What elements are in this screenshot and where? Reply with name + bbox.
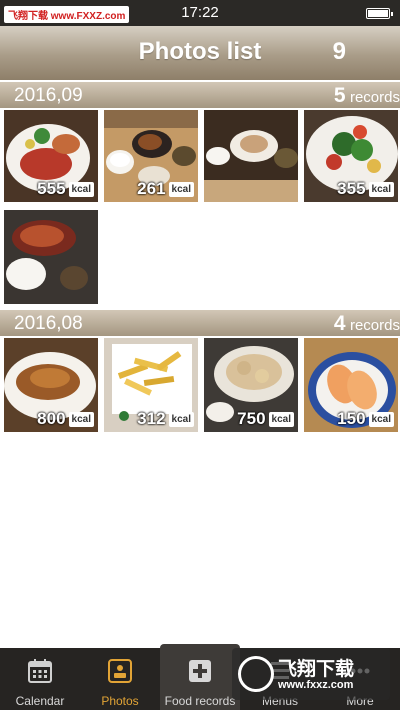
tab-label: Calendar [15, 694, 65, 708]
kcal-value: 150 [337, 409, 366, 428]
food-photo[interactable]: 750 kcal [204, 338, 298, 432]
kcal-value: 555 [37, 179, 66, 198]
status-time: 17:22 [181, 4, 219, 21]
food-photo[interactable]: 800 kcal [4, 338, 98, 432]
kcal-value: 261 [137, 179, 166, 198]
section-label: 2016,09 [14, 85, 83, 106]
status-bar: 飞翔下载 www.FXXZ.com 17:22 [0, 0, 400, 26]
nav-header: Photos list 9 [0, 26, 400, 80]
calendar-icon [28, 659, 52, 683]
kcal-unit: kcal [68, 411, 94, 427]
food-photo-image [204, 110, 298, 202]
watermark-logo [238, 656, 274, 692]
kcal-unit: kcal [168, 181, 194, 197]
food-photo[interactable]: 555 kcal [4, 110, 98, 202]
section-header-2016-08: 2016,08 4 records [0, 310, 400, 336]
food-photo[interactable] [4, 210, 98, 304]
watermark-url: www.fxxz.com [278, 679, 354, 691]
photo-count: 9 [332, 38, 346, 65]
kcal-value: 312 [137, 409, 166, 428]
kcal-unit: kcal [168, 411, 194, 427]
kcal-unit: kcal [368, 411, 394, 427]
kcal-value: 355 [337, 179, 366, 198]
section-label: 2016,08 [14, 313, 83, 334]
kcal-unit: kcal [368, 181, 394, 197]
tab-label: Food records [164, 694, 236, 708]
tab-label: Photos [101, 694, 139, 708]
kcal-unit: kcal [68, 181, 94, 197]
photos-icon [108, 659, 132, 683]
food-photo-image [4, 210, 98, 304]
kcal-value: 750 [237, 409, 266, 428]
plus-icon [189, 660, 211, 682]
tab-food-records[interactable]: Food records [160, 644, 240, 710]
food-photo[interactable]: 261 kcal [104, 110, 198, 202]
food-photo[interactable]: 150 kcal [304, 338, 398, 432]
food-photo[interactable] [204, 110, 298, 202]
tab-photos[interactable]: Photos [80, 648, 160, 710]
food-photo[interactable]: 312 kcal [104, 338, 198, 432]
watermark-overlay: 飞翔下载 www.fxxz.com [232, 648, 390, 700]
section-header-2016-09: 2016,09 5 records [0, 82, 400, 108]
tab-calendar[interactable]: Calendar [0, 648, 80, 710]
records-count: 5 records [333, 84, 400, 107]
kcal-value: 800 [37, 409, 66, 428]
food-photo[interactable]: 355 kcal [304, 110, 398, 202]
battery-icon [366, 8, 393, 19]
watermark-text: 飞翔下载 [278, 659, 355, 680]
records-count: 4 records [333, 312, 400, 335]
kcal-unit: kcal [268, 411, 294, 427]
